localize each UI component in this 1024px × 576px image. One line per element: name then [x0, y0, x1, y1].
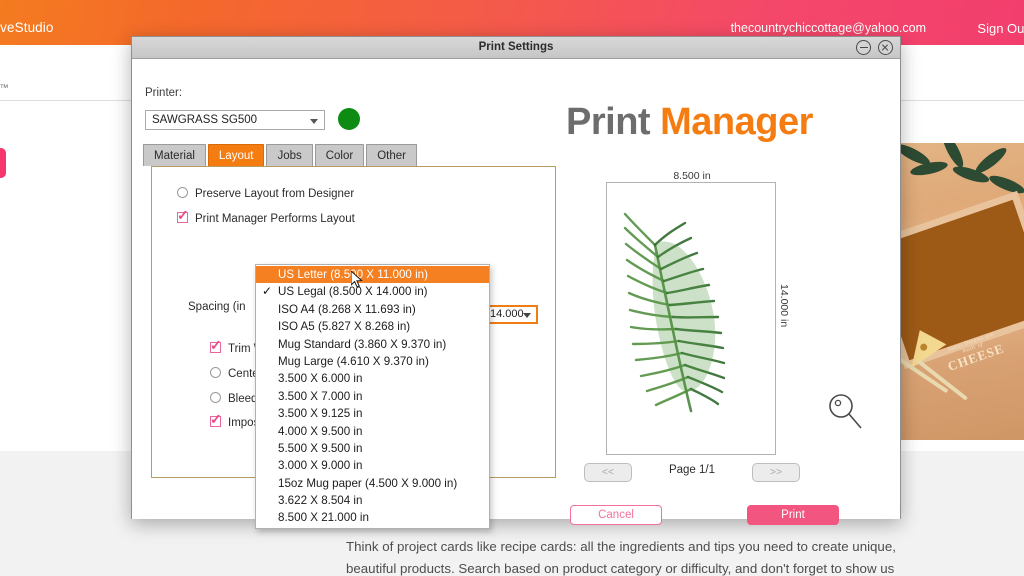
dropdown-option-label: ISO A4 (8.268 X 11.693 in)	[278, 302, 416, 316]
dialog-body: Printer: SAWGRASS SG500 Material Layout …	[132, 59, 900, 525]
print-preview-page	[606, 182, 776, 455]
dropdown-option[interactable]: ISO A5 (5.827 X 8.268 in)	[256, 318, 489, 335]
dropdown-option[interactable]: 3.500 X 7.000 in	[256, 388, 489, 405]
dropdown-option[interactable]: 15oz Mug paper (4.500 X 9.000 in)	[256, 475, 489, 492]
dropdown-option[interactable]: 4.000 X 9.500 in	[256, 423, 489, 440]
preview-next-page-button[interactable]: >>	[752, 463, 800, 482]
option-performs-layout[interactable]: Print Manager Performs Layout	[177, 207, 355, 225]
window-controls	[856, 40, 893, 55]
dropdown-option[interactable]: 8.500 X 21.000 in	[256, 509, 489, 526]
palm-leaf-artwork	[623, 212, 726, 413]
close-icon[interactable]	[878, 40, 893, 55]
preview-width-dimension: 8.500 in	[673, 170, 711, 182]
tab-material[interactable]: Material	[143, 144, 206, 166]
tab-other[interactable]: Other	[366, 144, 417, 166]
spacing-label: Spacing (in	[188, 301, 246, 313]
sign-out-link[interactable]: Sign Out	[977, 21, 1024, 36]
dropdown-option-label: 15oz Mug paper (4.500 X 9.000 in)	[278, 476, 458, 490]
print-settings-dialog: Print Settings Printer: SAWGRASS SG500 M…	[131, 36, 901, 525]
radio-unchecked-icon[interactable]	[210, 367, 221, 378]
printer-select[interactable]: SAWGRASS SG500	[145, 110, 325, 130]
account-email: thecountrychiccottage@yahoo.com	[730, 21, 926, 35]
dropdown-option[interactable]: Mug Standard (3.860 X 9.370 in)	[256, 336, 489, 353]
dropdown-option-label: 4.000 X 9.500 in	[278, 424, 363, 438]
dropdown-option[interactable]: 3.500 X 9.125 in	[256, 405, 489, 422]
radio-unchecked-icon[interactable]	[177, 187, 188, 198]
dialog-title: Print Settings	[478, 41, 554, 53]
radio-unchecked-icon[interactable]	[210, 392, 221, 403]
print-manager-wordmark: Print Manager	[566, 101, 813, 144]
dropdown-option[interactable]: 5.500 X 9.500 in	[256, 440, 489, 457]
option-preserve-layout[interactable]: Preserve Layout from Designer	[177, 187, 354, 200]
tab-layout[interactable]: Layout	[207, 144, 265, 166]
dropdown-option[interactable]: 3.500 X 6.000 in	[256, 370, 489, 387]
side-tab-button[interactable]	[0, 148, 6, 178]
tab-color[interactable]: Color	[314, 144, 365, 166]
checkbox-checked-icon[interactable]	[210, 337, 222, 354]
settings-tabs: Material Layout Jobs Color Other	[143, 144, 417, 166]
printer-selected-value: SAWGRASS SG500	[152, 114, 258, 126]
option-performs-layout-label: Print Manager Performs Layout	[195, 213, 355, 225]
dropdown-option[interactable]: 3.000 X 9.000 in	[256, 457, 489, 474]
checkbox-checked-icon[interactable]	[177, 207, 189, 224]
promo-utensil	[900, 355, 949, 394]
printer-label: Printer:	[145, 87, 183, 99]
dropdown-option[interactable]: 3.622 X 8.504 in	[256, 492, 489, 509]
dropdown-option-label: ISO A5 (5.827 X 8.268 in)	[278, 320, 411, 334]
check-icon: ✓	[262, 284, 273, 299]
chevron-down-icon	[523, 313, 531, 318]
checkbox-checked-icon[interactable]	[210, 411, 222, 428]
site-logo-fragment: o™	[0, 82, 8, 102]
printer-status-indicator	[338, 108, 360, 130]
dropdown-option-label: 3.000 X 9.000 in	[278, 459, 363, 473]
spacing-label-text: Spacing (in	[188, 301, 246, 313]
chevron-down-icon	[310, 119, 318, 124]
print-button[interactable]: Print	[747, 505, 839, 525]
dropdown-option[interactable]: ISO A4 (8.268 X 11.693 in)	[256, 301, 489, 318]
preview-page-count: Page 1/1	[668, 464, 716, 476]
cancel-button[interactable]: Cancel	[570, 505, 662, 525]
dropdown-option-label: 3.500 X 7.000 in	[278, 389, 363, 403]
dropdown-option-label: US Legal (8.500 X 14.000 in)	[278, 285, 428, 299]
dropdown-option-label: 5.500 X 9.500 in	[278, 441, 363, 455]
dropdown-option[interactable]: ✓ US Legal (8.500 X 14.000 in)	[256, 283, 489, 300]
screen: Sweet Dreams are made of CHEESE Think of…	[0, 0, 1024, 576]
preview-prev-page-button[interactable]: <<	[584, 463, 632, 482]
option-preserve-layout-label: Preserve Layout from Designer	[195, 188, 355, 200]
dropdown-option[interactable]: US Letter (8.500 X 11.000 in)	[256, 266, 489, 284]
trademark-icon: ™	[0, 82, 9, 93]
site-brand: eativeStudio	[0, 20, 54, 35]
page-body-copy: Think of project cards like recipe cards…	[346, 539, 896, 576]
preview-height-dimension: 14.000 in	[778, 284, 790, 328]
magnifier-icon[interactable]	[826, 392, 864, 432]
minimize-icon[interactable]	[856, 40, 871, 55]
dropdown-option-label: 3.500 X 6.000 in	[278, 372, 363, 386]
tab-jobs[interactable]: Jobs	[266, 144, 313, 166]
promo-image-cheese-board: Sweet Dreams are made of CHEESE	[900, 143, 1024, 440]
wordmark-manager: Manager	[660, 101, 813, 143]
promo-leaf-icon	[987, 172, 1024, 197]
dropdown-option-label: 8.500 X 21.000 in	[278, 511, 369, 525]
wordmark-print: Print	[566, 101, 651, 143]
dropdown-option[interactable]: Mug Large (4.610 X 9.370 in)	[256, 353, 489, 370]
page-size-dropdown-list[interactable]: US Letter (8.500 X 11.000 in) ✓ US Legal (…	[255, 264, 490, 529]
dropdown-option-label: Mug Large (4.610 X 9.370 in)	[278, 354, 429, 368]
dialog-titlebar[interactable]: Print Settings	[132, 37, 900, 59]
dropdown-option-label: 3.500 X 9.125 in	[278, 407, 363, 421]
dropdown-option-label: US Letter (8.500 X 11.000 in)	[278, 268, 428, 281]
dropdown-option-label: Mug Standard (3.860 X 9.370 in)	[278, 337, 447, 351]
dropdown-option-label: 3.622 X 8.504 in	[278, 494, 363, 508]
promo-leaf-icon	[972, 144, 1010, 177]
